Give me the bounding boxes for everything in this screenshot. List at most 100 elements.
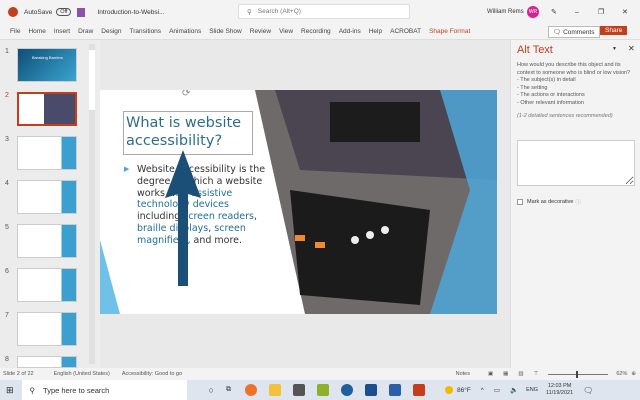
- slide-thumb-5[interactable]: [17, 224, 77, 258]
- file-explorer-icon[interactable]: [268, 384, 281, 396]
- search-icon: ⚲: [247, 8, 252, 16]
- slideshow-icon[interactable]: ⊤: [534, 371, 539, 377]
- tab-review[interactable]: Review: [246, 28, 275, 35]
- search-input[interactable]: ⚲ Search (Alt+Q): [238, 4, 410, 19]
- tab-animations[interactable]: Animations: [165, 28, 205, 35]
- thumb-number: 6: [5, 268, 9, 275]
- comments-label: Comments: [563, 29, 595, 36]
- info-icon[interactable]: ⓘ: [575, 198, 581, 206]
- alt-text-bullet: - Other relevant information: [517, 99, 584, 106]
- thumbnail-scrollbar[interactable]: [89, 44, 95, 364]
- alt-text-bullet: - The subject(s) in detail: [517, 77, 576, 83]
- alt-text-hint: (1-2 detailed sentences recommended): [517, 113, 613, 119]
- github-icon[interactable]: [340, 384, 353, 396]
- status-bar: Slide 2 of 22 English (United States) Ac…: [0, 368, 640, 380]
- thumb-number: 8: [5, 356, 9, 363]
- slide-thumb-7[interactable]: [17, 312, 77, 346]
- fit-slide-icon[interactable]: ⊕: [631, 371, 636, 377]
- slide-thumb-3[interactable]: [17, 136, 77, 170]
- slide-thumb-2[interactable]: [17, 92, 77, 126]
- close-icon[interactable]: ✕: [622, 8, 628, 16]
- app-icon[interactable]: [292, 384, 305, 396]
- accessibility-status[interactable]: Accessibility: Good to go: [122, 371, 182, 377]
- slide-thumb-1[interactable]: Breaking Barriers: [17, 48, 77, 82]
- avatar[interactable]: WR: [527, 6, 539, 18]
- thumb-number: 3: [5, 136, 9, 143]
- clock[interactable]: 12:03 PM 11/19/2021: [546, 383, 573, 397]
- tab-shape-format[interactable]: Shape Format: [425, 28, 474, 35]
- autosave-label: AutoSave: [24, 8, 53, 16]
- share-button[interactable]: Share: [600, 26, 628, 35]
- firefox-icon[interactable]: [244, 384, 257, 396]
- clock-date: 11/19/2021: [546, 390, 574, 396]
- clock-time: 12:03 PM: [547, 383, 572, 389]
- word-icon[interactable]: [388, 384, 401, 396]
- arrow-shape[interactable]: [163, 148, 203, 288]
- photoshop-icon[interactable]: [364, 384, 377, 396]
- mark-decorative-label: Mark as decorative: [527, 199, 574, 205]
- tab-insert[interactable]: Insert: [50, 28, 74, 35]
- cortana-icon[interactable]: ○: [209, 385, 214, 395]
- tab-design[interactable]: Design: [97, 28, 125, 35]
- zoom-slider[interactable]: [548, 370, 609, 378]
- search-placeholder: Search (Alt+Q): [257, 8, 301, 15]
- tab-view[interactable]: View: [275, 28, 297, 35]
- thumb-number: 2: [5, 92, 9, 99]
- tab-draw[interactable]: Draw: [74, 28, 97, 35]
- rotate-handle-icon[interactable]: ⟳: [182, 90, 190, 99]
- close-pane-icon[interactable]: ✕: [628, 44, 635, 53]
- user-name: William Rems: [487, 9, 524, 15]
- tab-transitions[interactable]: Transitions: [126, 28, 166, 35]
- ribbon-tabs: File Home Insert Draw Design Transitions…: [0, 24, 640, 40]
- thumb-title: Breaking Barriers: [32, 55, 63, 60]
- tab-file[interactable]: File: [6, 28, 24, 35]
- weather-icon[interactable]: [444, 386, 453, 394]
- comments-button[interactable]: 🗨 Comments: [548, 26, 600, 38]
- restore-icon[interactable]: ❐: [598, 8, 604, 16]
- slide-canvas: What is website accessibility? ⟳ ▶ Websi…: [100, 90, 497, 314]
- notifications-icon[interactable]: 🗨: [583, 386, 593, 395]
- slide-thumb-6[interactable]: [17, 268, 77, 302]
- thumb-number: 1: [5, 48, 9, 55]
- slide-thumb-4[interactable]: [17, 180, 77, 214]
- alt-text-input[interactable]: [517, 140, 635, 186]
- normal-view-icon[interactable]: ▣: [488, 371, 493, 377]
- language-status[interactable]: English (United States): [54, 371, 110, 377]
- tab-recording[interactable]: Recording: [297, 28, 335, 35]
- task-view-icon[interactable]: ⧉: [226, 386, 231, 394]
- slide-counter: Slide 2 of 22: [3, 371, 34, 377]
- mark-decorative-checkbox[interactable]: Mark as decorative ⓘ: [517, 198, 581, 206]
- filename[interactable]: Introduction-to-Websi...: [97, 9, 164, 16]
- reading-view-icon[interactable]: ▥: [518, 371, 523, 377]
- volume-icon[interactable]: 🔈: [510, 386, 518, 394]
- zoom-level[interactable]: 62%: [616, 371, 627, 377]
- start-icon[interactable]: ⊞: [6, 385, 14, 396]
- pen-icon[interactable]: ✎: [551, 8, 557, 16]
- pane-options-icon[interactable]: ▼: [612, 46, 617, 52]
- weather-temp[interactable]: 86°F: [457, 387, 471, 394]
- sorter-view-icon[interactable]: ▦: [503, 371, 508, 377]
- dreamweaver-icon[interactable]: [316, 384, 329, 396]
- tab-acrobat[interactable]: ACROBAT: [386, 28, 425, 35]
- tab-home[interactable]: Home: [24, 28, 49, 35]
- input-language[interactable]: ENG: [526, 387, 538, 393]
- network-icon[interactable]: ▭: [494, 386, 500, 394]
- notes-button[interactable]: Notes: [456, 371, 470, 377]
- slide-thumb-8[interactable]: [17, 356, 77, 368]
- autosave-toggle[interactable]: Off: [56, 8, 72, 16]
- alt-text-pane: Alt Text ▼ ✕ How would you describe this…: [510, 40, 640, 368]
- powerpoint-icon[interactable]: [412, 384, 425, 396]
- save-icon[interactable]: [77, 7, 86, 17]
- tab-slide-show[interactable]: Slide Show: [205, 28, 246, 35]
- thumb-number: 7: [5, 312, 9, 319]
- alt-text-bullet: - The actions or interactions: [517, 92, 585, 98]
- taskbar-search[interactable]: ⚲ Type here to search: [21, 380, 187, 400]
- alt-text-bullet: - The setting: [517, 84, 548, 91]
- minimize-icon[interactable]: –: [575, 9, 579, 16]
- tab-help[interactable]: Help: [365, 28, 386, 35]
- slide-title: What is website accessibility?: [126, 115, 242, 149]
- tray-chevron-icon[interactable]: ^: [481, 387, 484, 394]
- taskbar: ⊞ ⚲ Type here to search ○ ⧉ 86°F ^ ▭ 🔈 EN…: [0, 380, 640, 400]
- checkbox-icon: [517, 199, 523, 205]
- tab-add-ins[interactable]: Add-ins: [335, 28, 365, 35]
